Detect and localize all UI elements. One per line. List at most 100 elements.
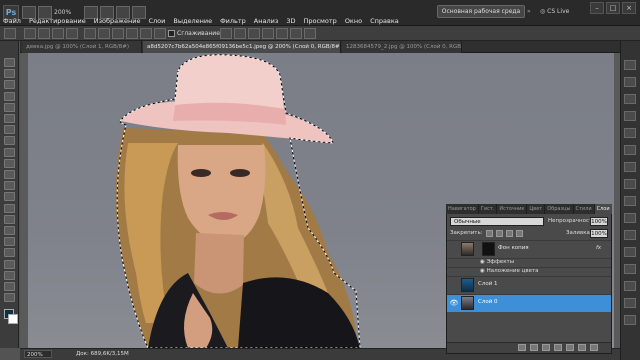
menu-item-window[interactable]: Окно: [345, 17, 362, 26]
menu-item-layers[interactable]: Слои: [148, 17, 165, 26]
color-panel-icon[interactable]: [624, 111, 636, 121]
intersect-selection-icon[interactable]: [66, 28, 78, 39]
menu-item-analysis[interactable]: Анализ: [254, 17, 279, 26]
brush-panel-icon[interactable]: [624, 281, 636, 291]
add-style-icon[interactable]: [530, 344, 538, 351]
tab-color[interactable]: Цвет: [527, 204, 546, 214]
tab-document-1[interactable]: девка.jpg @ 100% (Слой 1, RGB/8#): [22, 41, 142, 53]
move-tool-icon[interactable]: [4, 58, 15, 67]
shape-tool-icon[interactable]: [4, 248, 15, 258]
lasso-tool-preset-icon[interactable]: [4, 28, 16, 39]
add-to-selection-icon[interactable]: [38, 28, 50, 39]
channels-icon[interactable]: [624, 213, 636, 223]
workspace-switcher-button[interactable]: Основная рабочая среда: [437, 5, 525, 18]
eye-icon[interactable]: 👁: [449, 298, 459, 308]
tab-document-3[interactable]: 1283684579_2.jpg @ 100% (Слой 0, RGB/8#): [342, 41, 462, 53]
paths-icon[interactable]: [624, 230, 636, 240]
clone-stamp-icon[interactable]: [4, 147, 15, 157]
path-selection-icon[interactable]: [4, 237, 15, 247]
menu-item-view[interactable]: Просмотр: [303, 17, 336, 26]
chevron-right-icon[interactable]: »: [527, 5, 537, 18]
rectangle-icon[interactable]: [98, 28, 110, 39]
menu-item-3d[interactable]: 3D: [286, 17, 295, 26]
crop-tool-icon[interactable]: [4, 102, 15, 112]
lock-image-icon[interactable]: [496, 230, 503, 237]
eraser-icon[interactable]: [4, 170, 15, 179]
cs-live-button[interactable]: ◎ CS Live: [540, 5, 580, 18]
eyedropper-icon[interactable]: [4, 114, 15, 123]
adjustments-icon[interactable]: [624, 162, 636, 172]
brush-tool-icon[interactable]: [4, 136, 15, 146]
close-icon[interactable]: ×: [622, 2, 636, 14]
pen-tool-icon[interactable]: [4, 214, 15, 224]
blend-mode-select[interactable]: Обычные: [450, 217, 544, 226]
new-selection-icon[interactable]: [24, 28, 36, 39]
quick-selection-icon[interactable]: [4, 91, 15, 101]
subtract-from-selection-icon[interactable]: [52, 28, 64, 39]
add-mask-icon[interactable]: [542, 344, 550, 351]
character-icon[interactable]: [624, 298, 636, 308]
gradient-icon[interactable]: [4, 181, 15, 191]
new-layer-icon[interactable]: [578, 344, 586, 351]
tab-swatches[interactable]: Образцы: [545, 204, 574, 214]
freeform-icon[interactable]: [154, 28, 166, 39]
paragraph-icon[interactable]: [624, 315, 636, 325]
maximize-icon[interactable]: □: [606, 2, 620, 14]
lock-transparency-icon[interactable]: [486, 230, 493, 237]
fill-pixels-icon[interactable]: [276, 28, 288, 39]
link-layers-icon[interactable]: [518, 344, 526, 351]
tab-layers[interactable]: Слои: [594, 204, 612, 214]
3d-camera-icon[interactable]: [4, 270, 15, 280]
type-tool-icon[interactable]: [4, 226, 15, 235]
menu-item-image[interactable]: Изображение: [94, 17, 141, 26]
layer-effects-row[interactable]: [447, 258, 611, 267]
visibility-toggle[interactable]: [449, 280, 459, 290]
fill-field[interactable]: 100%: [590, 229, 608, 238]
info-icon[interactable]: [624, 94, 636, 104]
history-icon[interactable]: [624, 247, 636, 257]
smoothing-checkbox[interactable]: [168, 30, 175, 37]
hand-icon[interactable]: [4, 282, 15, 291]
rounded-rectangle-icon[interactable]: [112, 28, 124, 39]
shape-icon[interactable]: [248, 28, 260, 39]
lock-position-icon[interactable]: [506, 230, 513, 237]
blur-tool-icon[interactable]: [4, 192, 15, 202]
ellipse-icon[interactable]: [126, 28, 138, 39]
marquee-tool-icon[interactable]: [4, 69, 15, 79]
new-group-icon[interactable]: [566, 344, 574, 351]
path-icon[interactable]: [262, 28, 274, 39]
zoom-icon[interactable]: [4, 293, 15, 303]
minimize-icon[interactable]: –: [590, 2, 604, 14]
menu-item-select[interactable]: Выделение: [173, 17, 212, 26]
menu-item-filter[interactable]: Фильтр: [220, 17, 246, 26]
swatches-icon[interactable]: [624, 128, 636, 138]
masks-icon[interactable]: [624, 179, 636, 189]
status-zoom-field[interactable]: 200%: [24, 350, 52, 358]
histogram-icon[interactable]: [624, 77, 636, 87]
background-color-swatch[interactable]: [8, 314, 18, 324]
mask-icon[interactable]: [234, 28, 246, 39]
refine-edge-icon[interactable]: [220, 28, 232, 39]
lasso-tool-icon[interactable]: [4, 80, 15, 90]
color-swatch-icon[interactable]: [304, 28, 316, 39]
history-brush-icon[interactable]: [4, 158, 15, 168]
tab-clone-source[interactable]: Источник: [497, 204, 528, 214]
visibility-toggle[interactable]: [449, 244, 459, 254]
feather-icon[interactable]: [84, 28, 96, 39]
mini-bridge-icon[interactable]: [624, 60, 636, 70]
tab-histogram[interactable]: Гист.: [479, 204, 498, 214]
menu-item-edit[interactable]: Редактирование: [29, 17, 86, 26]
opacity-field[interactable]: 100%: [590, 217, 608, 226]
menu-item-help[interactable]: Справка: [370, 17, 399, 26]
healing-brush-icon[interactable]: [4, 125, 15, 135]
styles-icon[interactable]: [624, 145, 636, 155]
trash-icon[interactable]: [590, 344, 598, 351]
layers-panel-icon[interactable]: [624, 196, 636, 206]
3d-rotate-icon[interactable]: [4, 259, 15, 269]
actions-icon[interactable]: [624, 264, 636, 274]
tab-styles[interactable]: Стили: [574, 204, 595, 214]
polygon-icon[interactable]: [140, 28, 152, 39]
style-icon[interactable]: [290, 28, 302, 39]
tab-navigator[interactable]: Навигатор: [446, 204, 479, 214]
tab-document-2[interactable]: a8d5207c7b62a504e865f09136be5c1.jpeg @ 2…: [143, 41, 341, 53]
